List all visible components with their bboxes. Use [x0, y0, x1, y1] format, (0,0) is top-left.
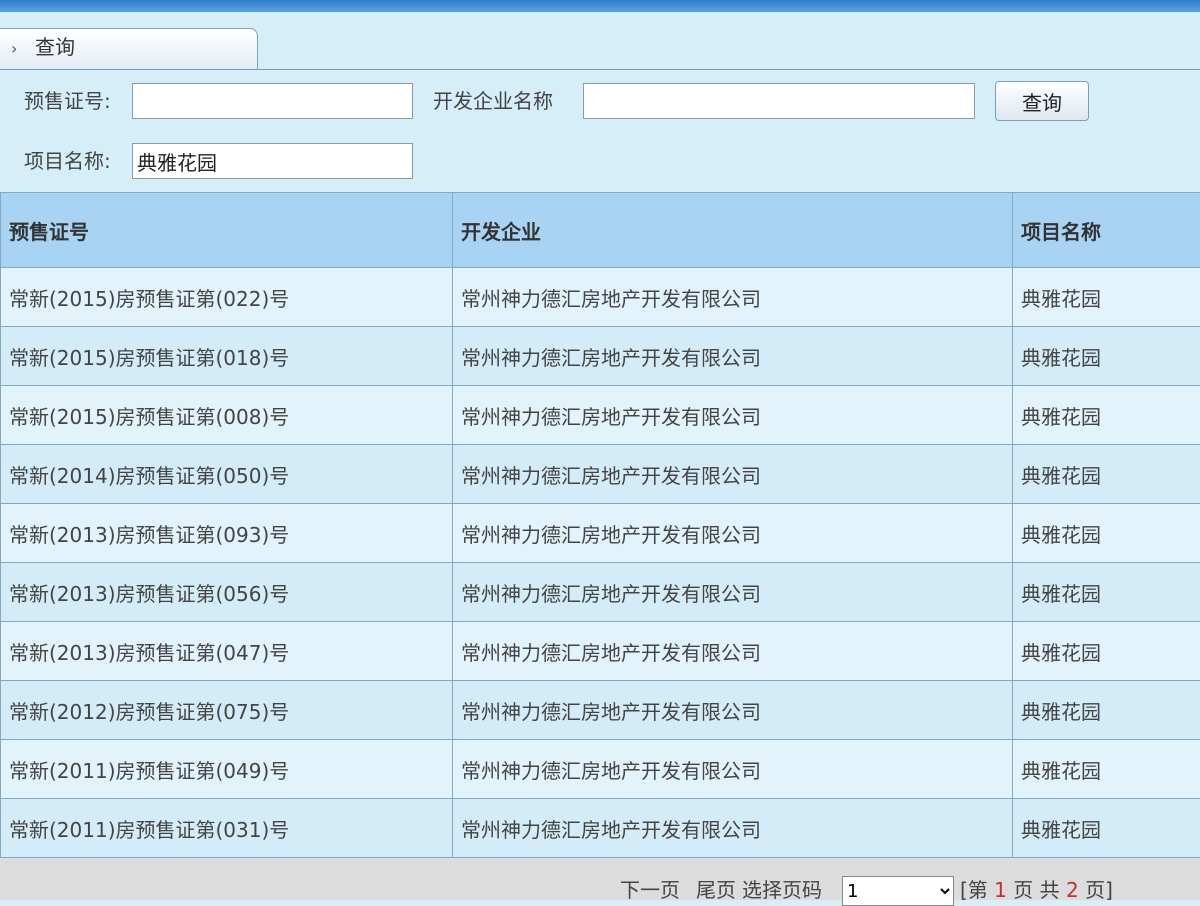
- pagination-bar: 下一页 尾页 选择页码 1 [第 1 页 共 2 页]: [0, 858, 1200, 900]
- table-row[interactable]: 常新(2011)房预售证第(049)号 常州神力德汇房地产开发有限公司 典雅花园: [1, 740, 1200, 799]
- tab-divider: [0, 69, 1200, 70]
- header-project-name: 项目名称: [1013, 193, 1200, 268]
- cell-project-name: 典雅花园: [1013, 681, 1200, 740]
- cell-developer: 常州神力德汇房地产开发有限公司: [453, 445, 1013, 504]
- chevron-right-icon: ›: [11, 31, 17, 67]
- cell-presale-number: 常新(2013)房预售证第(056)号: [1, 563, 453, 622]
- table-row[interactable]: 常新(2013)房预售证第(056)号 常州神力德汇房地产开发有限公司 典雅花园: [1, 563, 1200, 622]
- cell-developer: 常州神力德汇房地产开发有限公司: [453, 327, 1013, 386]
- cell-presale-number: 常新(2015)房预售证第(008)号: [1, 386, 453, 445]
- cell-presale-number: 常新(2013)房预售证第(093)号: [1, 504, 453, 563]
- query-button[interactable]: 查询: [995, 81, 1089, 121]
- cell-project-name: 典雅花园: [1013, 327, 1200, 386]
- cell-presale-number: 常新(2015)房预售证第(022)号: [1, 268, 453, 327]
- cell-developer: 常州神力德汇房地产开发有限公司: [453, 681, 1013, 740]
- cell-developer: 常州神力德汇房地产开发有限公司: [453, 740, 1013, 799]
- table-row[interactable]: 常新(2015)房预售证第(022)号 常州神力德汇房地产开发有限公司 典雅花园: [1, 268, 1200, 327]
- cell-presale-number: 常新(2015)房预售证第(018)号: [1, 327, 453, 386]
- cell-project-name: 典雅花园: [1013, 563, 1200, 622]
- cell-developer: 常州神力德汇房地产开发有限公司: [453, 622, 1013, 681]
- cell-project-name: 典雅花园: [1013, 268, 1200, 327]
- cell-developer: 常州神力德汇房地产开发有限公司: [453, 504, 1013, 563]
- cell-developer: 常州神力德汇房地产开发有限公司: [453, 563, 1013, 622]
- project-name-label: 项目名称:: [24, 143, 111, 179]
- page-select[interactable]: 1: [842, 876, 954, 906]
- header-presale-number: 预售证号: [1, 193, 453, 268]
- table-row[interactable]: 常新(2013)房预售证第(047)号 常州神力德汇房地产开发有限公司 典雅花园: [1, 622, 1200, 681]
- table-row[interactable]: 常新(2013)房预售证第(093)号 常州神力德汇房地产开发有限公司 典雅花园: [1, 504, 1200, 563]
- table-row[interactable]: 常新(2011)房预售证第(031)号 常州神力德汇房地产开发有限公司 典雅花园: [1, 799, 1200, 858]
- table-row[interactable]: 常新(2014)房预售证第(050)号 常州神力德汇房地产开发有限公司 典雅花园: [1, 445, 1200, 504]
- page-info-mid: 页 共: [1013, 878, 1059, 902]
- presale-number-label: 预售证号:: [24, 83, 111, 119]
- cell-project-name: 典雅花园: [1013, 445, 1200, 504]
- cell-presale-number: 常新(2014)房预售证第(050)号: [1, 445, 453, 504]
- table-row[interactable]: 常新(2012)房预售证第(075)号 常州神力德汇房地产开发有限公司 典雅花园: [1, 681, 1200, 740]
- current-page-number: 1: [994, 878, 1007, 902]
- page-select-label: 选择页码: [742, 878, 822, 902]
- cell-presale-number: 常新(2011)房预售证第(031)号: [1, 799, 453, 858]
- cell-project-name: 典雅花园: [1013, 622, 1200, 681]
- header-developer: 开发企业: [453, 193, 1013, 268]
- developer-name-input[interactable]: [583, 83, 975, 119]
- cell-project-name: 典雅花园: [1013, 799, 1200, 858]
- last-page-link[interactable]: 尾页: [696, 878, 736, 902]
- cell-project-name: 典雅花园: [1013, 504, 1200, 563]
- page-info: [第 1 页 共 2 页]: [960, 878, 1113, 902]
- page-info-close: 页]: [1085, 878, 1113, 902]
- total-pages-number: 2: [1066, 878, 1079, 902]
- cell-presale-number: 常新(2012)房预售证第(075)号: [1, 681, 453, 740]
- table-row[interactable]: 常新(2015)房预售证第(008)号 常州神力德汇房地产开发有限公司 典雅花园: [1, 386, 1200, 445]
- table-header-row: 预售证号 开发企业 项目名称: [1, 193, 1200, 268]
- cell-presale-number: 常新(2011)房预售证第(049)号: [1, 740, 453, 799]
- cell-developer: 常州神力德汇房地产开发有限公司: [453, 386, 1013, 445]
- cell-developer: 常州神力德汇房地产开发有限公司: [453, 799, 1013, 858]
- project-name-input[interactable]: [132, 143, 413, 179]
- next-page-link[interactable]: 下一页: [620, 878, 680, 902]
- window-top-strip: [0, 0, 1200, 12]
- cell-presale-number: 常新(2013)房预售证第(047)号: [1, 622, 453, 681]
- cell-developer: 常州神力德汇房地产开发有限公司: [453, 268, 1013, 327]
- cell-project-name: 典雅花园: [1013, 740, 1200, 799]
- tab-query[interactable]: › 查询: [0, 28, 258, 70]
- page-info-open: [第: [960, 878, 988, 902]
- table-row[interactable]: 常新(2015)房预售证第(018)号 常州神力德汇房地产开发有限公司 典雅花园: [1, 327, 1200, 386]
- presale-results-table: 预售证号 开发企业 项目名称 常新(2015)房预售证第(022)号 常州神力德…: [0, 192, 1200, 858]
- cell-project-name: 典雅花园: [1013, 386, 1200, 445]
- developer-name-label: 开发企业名称: [433, 83, 553, 119]
- tab-query-label: 查询: [35, 29, 75, 65]
- presale-number-input[interactable]: [132, 83, 413, 119]
